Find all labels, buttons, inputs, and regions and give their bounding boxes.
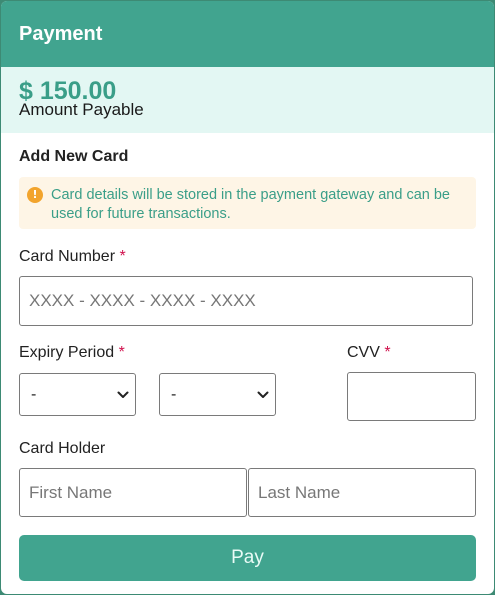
cvv-label: CVV * (347, 343, 391, 363)
chevron-down-icon (117, 391, 129, 398)
amount-summary: $ 150.00 Amount Payable (1, 67, 494, 133)
card-number-label: Card Number * (19, 247, 126, 267)
info-notice: ! Card details will be stored in the pay… (19, 177, 476, 229)
expiry-year-value: - (171, 386, 177, 403)
expiry-month-select[interactable]: - (19, 373, 136, 416)
cvv-input[interactable] (347, 372, 476, 421)
amount-label: Amount Payable (19, 100, 144, 119)
pay-button[interactable]: Pay (19, 535, 476, 581)
info-icon: ! (27, 187, 43, 203)
payment-modal: Payment $ 150.00 Amount Payable Add New … (1, 1, 494, 594)
expiry-year-select[interactable]: - (159, 373, 276, 416)
card-number-input[interactable] (19, 276, 473, 326)
last-name-input[interactable] (248, 468, 476, 517)
modal-title: Payment (19, 23, 103, 45)
card-number-label-text: Card Number (19, 248, 116, 265)
required-marker: * (384, 344, 391, 361)
chevron-down-icon (257, 391, 269, 398)
first-name-input[interactable] (19, 468, 247, 517)
section-title: Add New Card (19, 148, 129, 165)
cvv-label-text: CVV (347, 344, 380, 361)
required-marker: * (119, 248, 126, 265)
notice-text: Card details will be stored in the payme… (51, 187, 450, 222)
required-marker: * (118, 344, 125, 361)
modal-header: Payment (1, 1, 494, 67)
expiry-label: Expiry Period * (19, 343, 125, 363)
card-holder-label: Card Holder (19, 440, 106, 457)
expiry-month-value: - (31, 386, 37, 403)
expiry-label-text: Expiry Period (19, 344, 115, 361)
